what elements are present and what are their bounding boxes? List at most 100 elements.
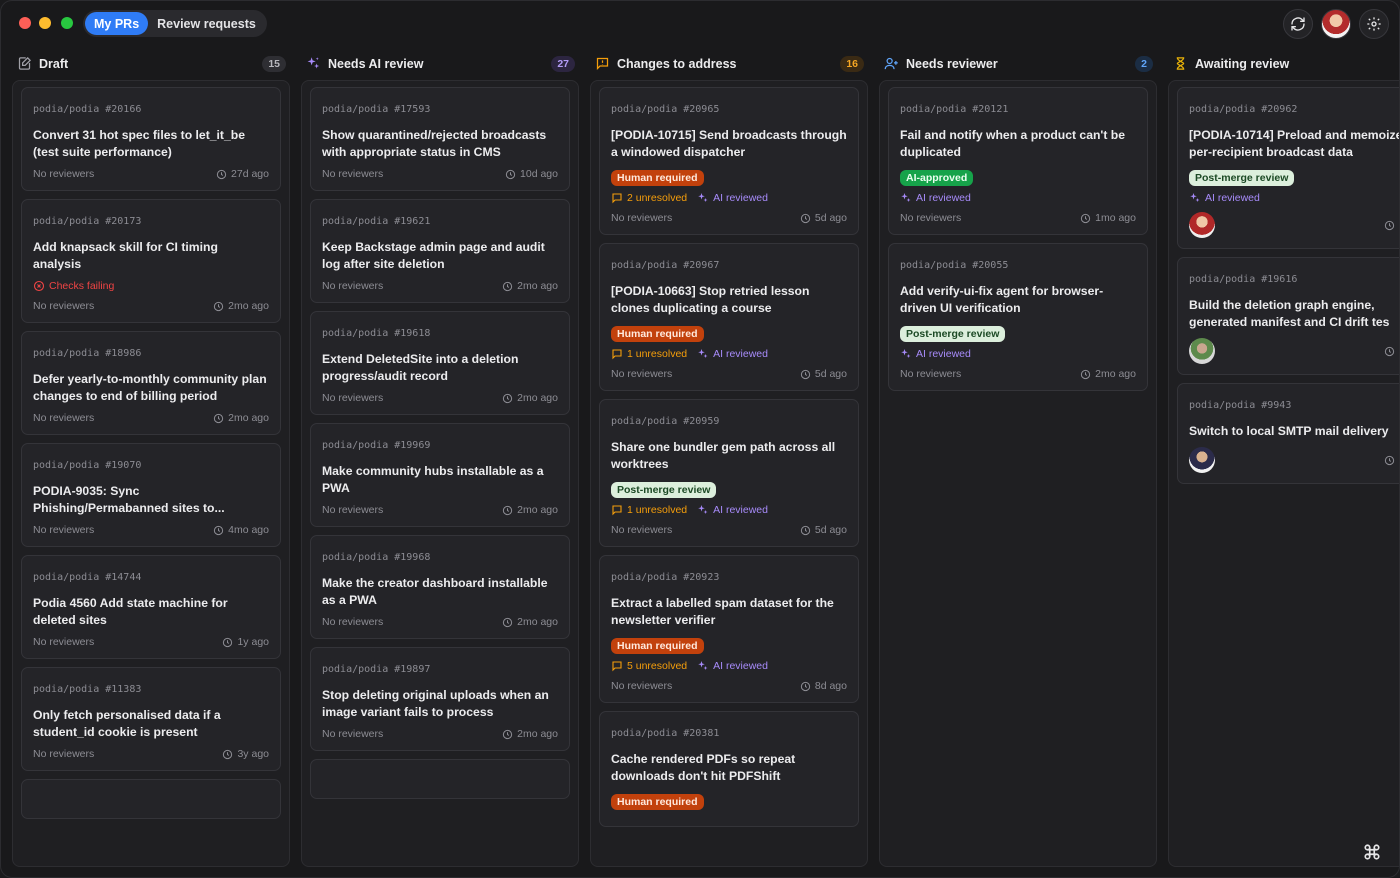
status-badge: Human required [611,170,704,186]
pr-age: 1mo ago [1080,212,1136,224]
unresolved-comments[interactable]: 1 unresolved [611,504,687,516]
pr-age: 2mo ago [502,280,558,292]
app-window: My PRs Review requests Draft 15 podia/po… [0,0,1400,878]
column-cards[interactable]: podia/podia #17593 Show quarantined/reje… [301,80,579,867]
clock-icon [223,637,233,647]
ai-reviewed-text: AI reviewed [713,660,768,672]
pr-age: 10d ago [505,168,558,180]
column-cards[interactable]: podia/podia #20166 Convert 31 hot spec f… [12,80,290,867]
pr-age-text: 2mo ago [1095,368,1136,380]
unresolved-text: 1 unresolved [627,504,688,516]
tab-my-prs[interactable]: My PRs [85,12,149,35]
message-alert-icon [594,56,610,72]
pr-card[interactable] [310,759,570,799]
pr-title: Keep Backstage admin page and audit log … [322,240,545,271]
pr-repo: podia/podia #19618 [322,328,431,339]
pr-card[interactable]: podia/podia #14744 Podia 4560 Add state … [21,555,281,659]
pr-title: Make the creator dashboard installable a… [322,576,548,607]
column-needs-ai-review: Needs AI review 27 podia/podia #17593 Sh… [301,51,579,867]
pr-card[interactable]: podia/podia #19618 Extend DeletedSite in… [310,311,570,415]
pr-card[interactable]: podia/podia #20173 Add knapsack skill fo… [21,199,281,323]
pr-card[interactable]: podia/podia #20381 Cache rendered PDFs s… [599,711,859,827]
comment-icon [612,193,622,204]
pr-card[interactable]: podia/podia #20965 [PODIA-10715] Send br… [599,87,859,235]
pr-repo: podia/podia #20965 [611,104,720,115]
ai-reviewed-status: AI reviewed [900,192,971,204]
pr-card[interactable]: podia/podia #20121 Fail and notify when … [888,87,1148,235]
pr-card[interactable]: podia/podia #19897 Stop deleting origina… [310,647,570,751]
pr-card[interactable]: podia/podia #20962 [PODIA-10714] Preload… [1177,87,1399,249]
column-cards[interactable]: podia/podia #20121 Fail and notify when … [879,80,1157,867]
pr-title: Fail and notify when a product can't be … [900,128,1125,159]
ai-reviewed-text: AI reviewed [713,348,768,360]
reviewers-label: No reviewers [322,280,384,292]
reviewer-avatar[interactable] [1189,447,1215,473]
settings-button[interactable] [1359,9,1389,39]
pr-age-text: 5d ago [814,368,847,380]
status-badge: Human required [611,794,704,810]
reviewers-label: No reviewers [611,368,673,380]
pr-card[interactable]: podia/podia #18986 Defer yearly-to-month… [21,331,281,435]
pr-repo: podia/podia #19616 [1189,274,1298,285]
close-window-button[interactable] [19,17,31,29]
pr-card[interactable]: podia/podia #20166 Convert 31 hot spec f… [21,87,281,191]
column-awaiting-review: Awaiting review podia/podia #20962 [PODI… [1168,51,1399,867]
clock-icon [1080,369,1091,379]
pr-card[interactable]: podia/podia #20967 [PODIA-10663] Stop re… [599,243,859,391]
pr-age-text: 2mo ago [517,392,558,404]
tab-review-requests[interactable]: Review requests [148,12,265,35]
ai-reviewed-status: AI reviewed [697,660,768,672]
pr-card[interactable]: podia/podia #17593 Show quarantined/reje… [310,87,570,191]
unresolved-comments[interactable]: 5 unresolved [611,660,687,672]
pr-age: 3y ago [222,748,269,760]
pr-card[interactable]: podia/podia #20923 Extract a labelled sp… [599,555,859,703]
pr-card[interactable]: podia/podia #9943 Switch to local SMTP m… [1177,383,1399,484]
pr-card[interactable]: podia/podia #19968 Make the creator dash… [310,535,570,639]
unresolved-comments[interactable]: 1 unresolved [611,348,687,360]
clock-icon [213,301,224,311]
pr-card[interactable]: podia/podia #19616 Build the deletion gr… [1177,257,1399,375]
column-cards[interactable]: podia/podia #20962 [PODIA-10714] Preload… [1168,80,1399,867]
draft-icon [16,56,32,72]
pr-repo: podia/podia #19070 [33,460,142,471]
pr-card[interactable] [21,779,281,819]
column-header: Changes to address 16 [590,51,868,76]
pr-card[interactable]: podia/podia #20055 Add verify-ui-fix age… [888,243,1148,391]
unresolved-comments[interactable]: 2 unresolved [611,192,687,204]
review-meta: 5 unresolved AI reviewed [611,660,847,672]
pr-age [1384,220,1395,231]
status-badge: Post-merge review [900,326,1006,342]
pr-age-text: 27d ago [231,168,269,180]
reviewers-label: No reviewers [900,212,962,224]
pr-title: Convert 31 hot spec files to let_it_be (… [33,128,245,159]
comment-icon [612,349,622,360]
minimize-window-button[interactable] [39,17,51,29]
ai-reviewed-status: AI reviewed [900,348,971,360]
column-changes-to-address: Changes to address 16 podia/podia #20965… [590,51,868,867]
column-cards[interactable]: podia/podia #20965 [PODIA-10715] Send br… [590,80,868,867]
pr-age: 2mo ago [1080,368,1136,380]
reviewer-avatar[interactable] [1189,212,1215,238]
checks-text: Checks failing [49,280,115,292]
pr-card[interactable]: podia/podia #11383 Only fetch personalis… [21,667,281,771]
user-avatar[interactable] [1321,9,1351,39]
refresh-button[interactable] [1283,9,1313,39]
command-button[interactable] [1357,837,1387,867]
pr-age-text: 5d ago [814,524,847,536]
pr-card[interactable]: podia/podia #20959 Share one bundler gem… [599,399,859,547]
clock-icon [213,525,224,535]
reviewer-avatar[interactable] [1189,338,1215,364]
maximize-window-button[interactable] [61,17,73,29]
pr-repo: podia/podia #20381 [611,728,720,739]
pr-repo: podia/podia #20121 [900,104,1009,115]
pr-card[interactable]: podia/podia #19969 Make community hubs i… [310,423,570,527]
pr-repo: podia/podia #20166 [33,104,142,115]
reviewers-label: No reviewers [611,680,673,692]
pr-card[interactable]: podia/podia #19621 Keep Backstage admin … [310,199,570,303]
pr-card[interactable]: podia/podia #19070 PODIA-9035: Sync Phis… [21,443,281,547]
clock-icon [1385,346,1395,356]
pr-title: [PODIA-10715] Send broadcasts through a … [611,128,847,159]
pr-title: Only fetch personalised data if a studen… [33,708,221,739]
ai-reviewed-status: AI reviewed [697,348,768,360]
pr-repo: podia/podia #20962 [1189,104,1298,115]
